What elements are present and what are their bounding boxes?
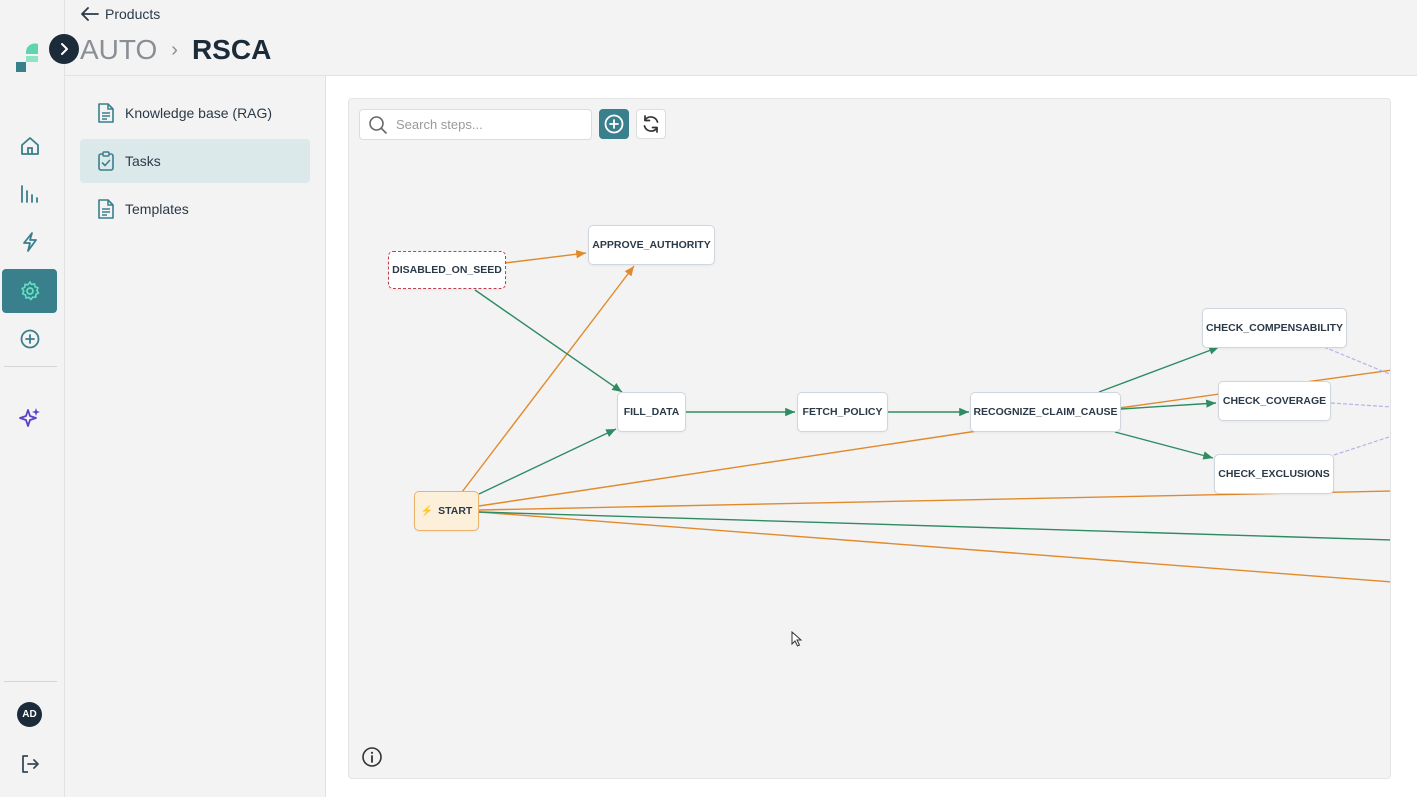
back-link-label: Products bbox=[105, 6, 161, 22]
edge-start-offscreen-green bbox=[478, 511, 1390, 541]
breadcrumb: AUTO › RSCA bbox=[80, 34, 271, 66]
mouse-cursor-icon bbox=[791, 631, 803, 647]
node-check-exclusions[interactable]: CHECK_EXCLUSIONS bbox=[1214, 454, 1334, 494]
plus-circle-icon bbox=[20, 329, 39, 349]
rail-divider-bottom bbox=[4, 681, 57, 682]
workflow-canvas[interactable]: DISABLED_ON_SEED APPROVE_AUTHORITY FILL_… bbox=[348, 98, 1391, 779]
workflow-edges bbox=[461, 250, 1390, 583]
sidebar-item-templates[interactable]: Templates bbox=[80, 187, 310, 231]
search-field[interactable] bbox=[359, 109, 592, 140]
sidebar-item-tasks[interactable]: Tasks bbox=[80, 139, 310, 183]
edge-start-to-fill bbox=[478, 428, 617, 495]
search-input[interactable] bbox=[396, 117, 576, 132]
edge-start-to-recognize bbox=[478, 430, 978, 507]
nav-analytics[interactable] bbox=[2, 172, 57, 216]
sparkles-icon bbox=[18, 408, 40, 427]
nav-automations[interactable] bbox=[2, 220, 57, 264]
edge-compensability-offscreen bbox=[1323, 346, 1390, 375]
rail-divider bbox=[4, 366, 57, 367]
node-check-coverage[interactable]: CHECK_COVERAGE bbox=[1218, 381, 1331, 421]
page-title: RSCA bbox=[191, 34, 272, 65]
edge-disabled-to-fill bbox=[474, 289, 623, 393]
chevron-right-icon: › bbox=[171, 38, 178, 61]
document-icon bbox=[98, 199, 114, 219]
edge-start-to-approve bbox=[461, 265, 635, 493]
refresh-button[interactable] bbox=[636, 109, 666, 139]
edge-coverage-offscreen bbox=[1330, 402, 1390, 408]
avatar[interactable]: AD bbox=[17, 702, 42, 727]
main-content: DISABLED_ON_SEED APPROVE_AUTHORITY FILL_… bbox=[326, 76, 1417, 797]
node-fetch-policy[interactable]: FETCH_POLICY bbox=[797, 392, 888, 432]
home-icon bbox=[20, 137, 39, 155]
breadcrumb-parent[interactable]: AUTO bbox=[80, 34, 157, 66]
app-logo bbox=[12, 38, 48, 74]
sidebar-item-label: Templates bbox=[125, 201, 189, 217]
bar-chart-icon bbox=[20, 185, 38, 203]
page-header: Products AUTO › RSCA bbox=[65, 0, 1417, 76]
add-step-button[interactable] bbox=[599, 109, 629, 139]
lightning-icon: ⚡ bbox=[420, 505, 434, 517]
edge-exclusions-offscreen bbox=[1333, 436, 1390, 456]
edge-recognize-to-exclusions bbox=[1114, 431, 1214, 460]
back-link[interactable]: Products bbox=[81, 6, 160, 22]
edge-recognize-to-compensability bbox=[1098, 346, 1220, 393]
sidebar-item-label: Tasks bbox=[125, 153, 161, 169]
app-rail: AD bbox=[0, 0, 79, 797]
node-approve-authority[interactable]: APPROVE_AUTHORITY bbox=[588, 225, 715, 265]
document-icon bbox=[98, 103, 114, 123]
nav-home[interactable] bbox=[2, 124, 57, 168]
sidebar-item-knowledge-base[interactable]: Knowledge base (RAG) bbox=[80, 91, 310, 135]
node-fill-data[interactable]: FILL_DATA bbox=[617, 392, 686, 432]
secondary-sidebar: Knowledge base (RAG) Tasks Templates bbox=[65, 76, 326, 797]
node-recognize-claim-cause[interactable]: RECOGNIZE_CLAIM_CAUSE bbox=[970, 392, 1121, 432]
nav-create[interactable] bbox=[2, 317, 57, 361]
info-button[interactable] bbox=[361, 746, 383, 773]
node-check-compensability[interactable]: CHECK_COMPENSABILITY bbox=[1202, 308, 1347, 348]
lightning-icon bbox=[22, 232, 37, 252]
edge-disabled-to-approve bbox=[504, 250, 587, 264]
refresh-icon bbox=[643, 115, 659, 133]
info-icon bbox=[362, 747, 382, 767]
plus-circle-icon bbox=[604, 114, 624, 134]
logout-button[interactable] bbox=[2, 742, 57, 786]
sidebar-item-label: Knowledge base (RAG) bbox=[125, 105, 273, 121]
expand-sidebar-button[interactable] bbox=[49, 34, 79, 64]
node-start-label: START bbox=[438, 505, 473, 517]
clipboard-check-icon bbox=[98, 151, 114, 171]
node-disabled-on-seed[interactable]: DISABLED_ON_SEED bbox=[388, 251, 506, 289]
nav-ai-assistant[interactable] bbox=[2, 396, 57, 440]
nav-settings[interactable] bbox=[2, 269, 57, 313]
arrow-left-icon bbox=[81, 7, 99, 21]
search-icon bbox=[369, 115, 387, 134]
edge-start-offscreen-2 bbox=[478, 511, 1390, 583]
logout-icon bbox=[21, 755, 39, 773]
chevron-right-icon bbox=[61, 43, 68, 55]
node-start[interactable]: ⚡ START bbox=[414, 491, 479, 531]
gear-icon bbox=[20, 281, 39, 301]
